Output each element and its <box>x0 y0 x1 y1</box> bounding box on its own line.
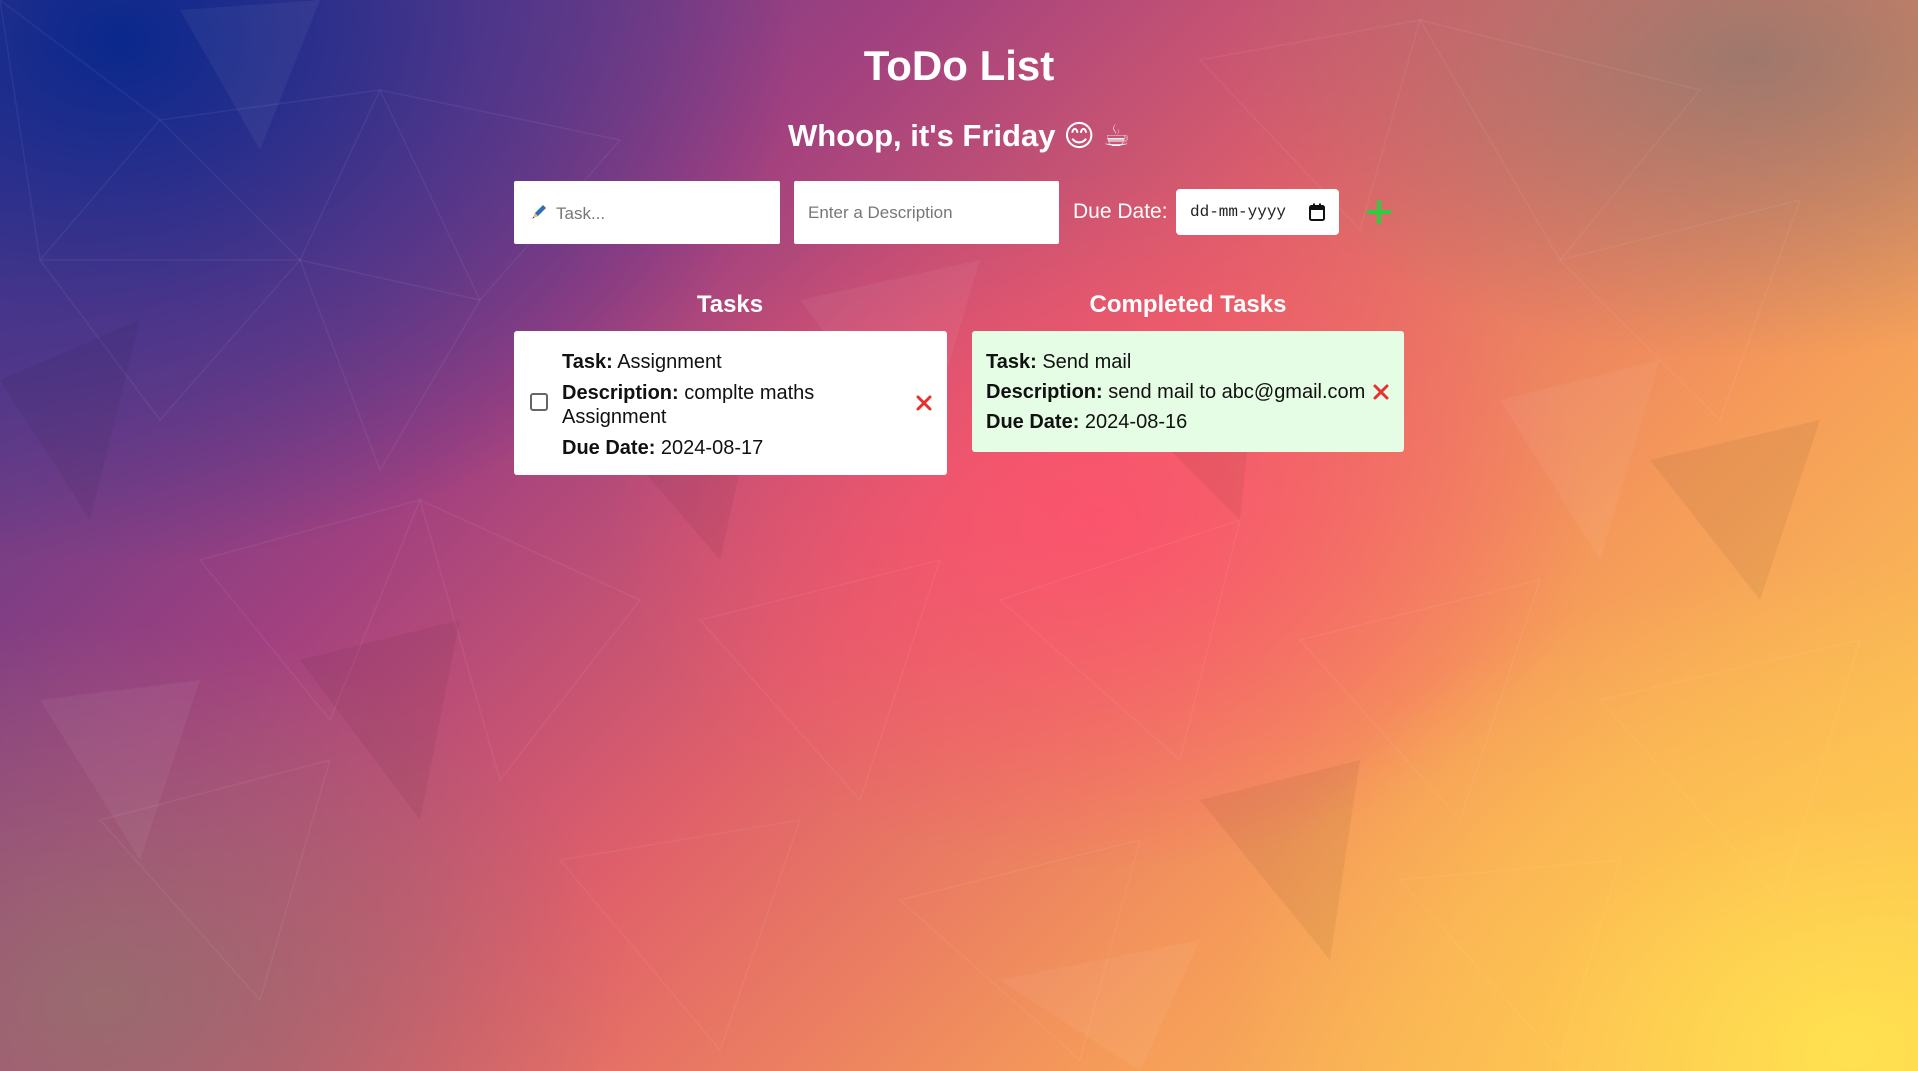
due-date-label: Due Date: <box>1073 200 1168 223</box>
add-task-button[interactable] <box>1363 196 1395 228</box>
completed-heading: Completed Tasks <box>1089 291 1287 318</box>
task-description-row: Description: complte maths Assignment <box>562 381 892 429</box>
task-complete-checkbox[interactable] <box>530 393 548 411</box>
due-label: Due Date: <box>562 437 656 459</box>
background-pattern <box>0 0 1862 1071</box>
completed-task-due-row: Due Date: 2024-08-16 <box>986 410 1386 434</box>
task-due-row: Due Date: 2024-08-17 <box>562 436 892 460</box>
day-greeting: Whoop, it's Friday 😊 ☕ <box>0 118 1918 154</box>
delete-task-icon[interactable] <box>915 394 933 412</box>
pencil-icon <box>532 205 546 219</box>
greeting-emojis: 😊 ☕ <box>1063 120 1130 153</box>
completed-task-name: Send mail <box>1042 351 1132 373</box>
date-placeholder: dd-mm-yyyy <box>1190 203 1287 221</box>
plus-icon[interactable] <box>1367 200 1391 224</box>
due-label: Due Date: <box>986 411 1080 433</box>
due-date-input[interactable]: dd-mm-yyyy <box>1176 189 1339 235</box>
completed-task-card: Task: Send mail Description: send mail t… <box>972 331 1404 452</box>
delete-completed-task-icon[interactable] <box>1372 383 1390 401</box>
description-label: Description: <box>986 381 1103 403</box>
task-label: Task: <box>562 351 613 373</box>
tasks-heading: Tasks <box>696 291 764 318</box>
calendar-icon[interactable] <box>1309 203 1325 221</box>
completed-task-due-date: 2024-08-16 <box>1084 411 1188 433</box>
page-title: ToDo List <box>863 42 1055 89</box>
task-name: Assignment <box>617 351 722 373</box>
completed-task-details: Task: Send mail Description: send mail t… <box>986 350 1386 434</box>
task-due-date: 2024-08-17 <box>660 437 764 459</box>
description-input[interactable] <box>794 181 1059 244</box>
task-label: Task: <box>986 351 1037 373</box>
task-details: Task: Assignment Description: complte ma… <box>562 350 892 460</box>
task-card: Task: Assignment Description: complte ma… <box>514 331 947 475</box>
task-input-container <box>514 181 780 246</box>
greeting-text: Whoop, it's Friday <box>788 118 1056 153</box>
completed-task-description: send mail to abc@gmail.com <box>1108 381 1366 403</box>
completed-task-title-row: Task: Send mail <box>986 350 1386 374</box>
description-label: Description: <box>562 382 679 404</box>
task-input[interactable] <box>554 181 780 246</box>
completed-task-description-row: Description: send mail to abc@gmail.com <box>986 380 1386 404</box>
task-title-row: Task: Assignment <box>562 350 892 374</box>
